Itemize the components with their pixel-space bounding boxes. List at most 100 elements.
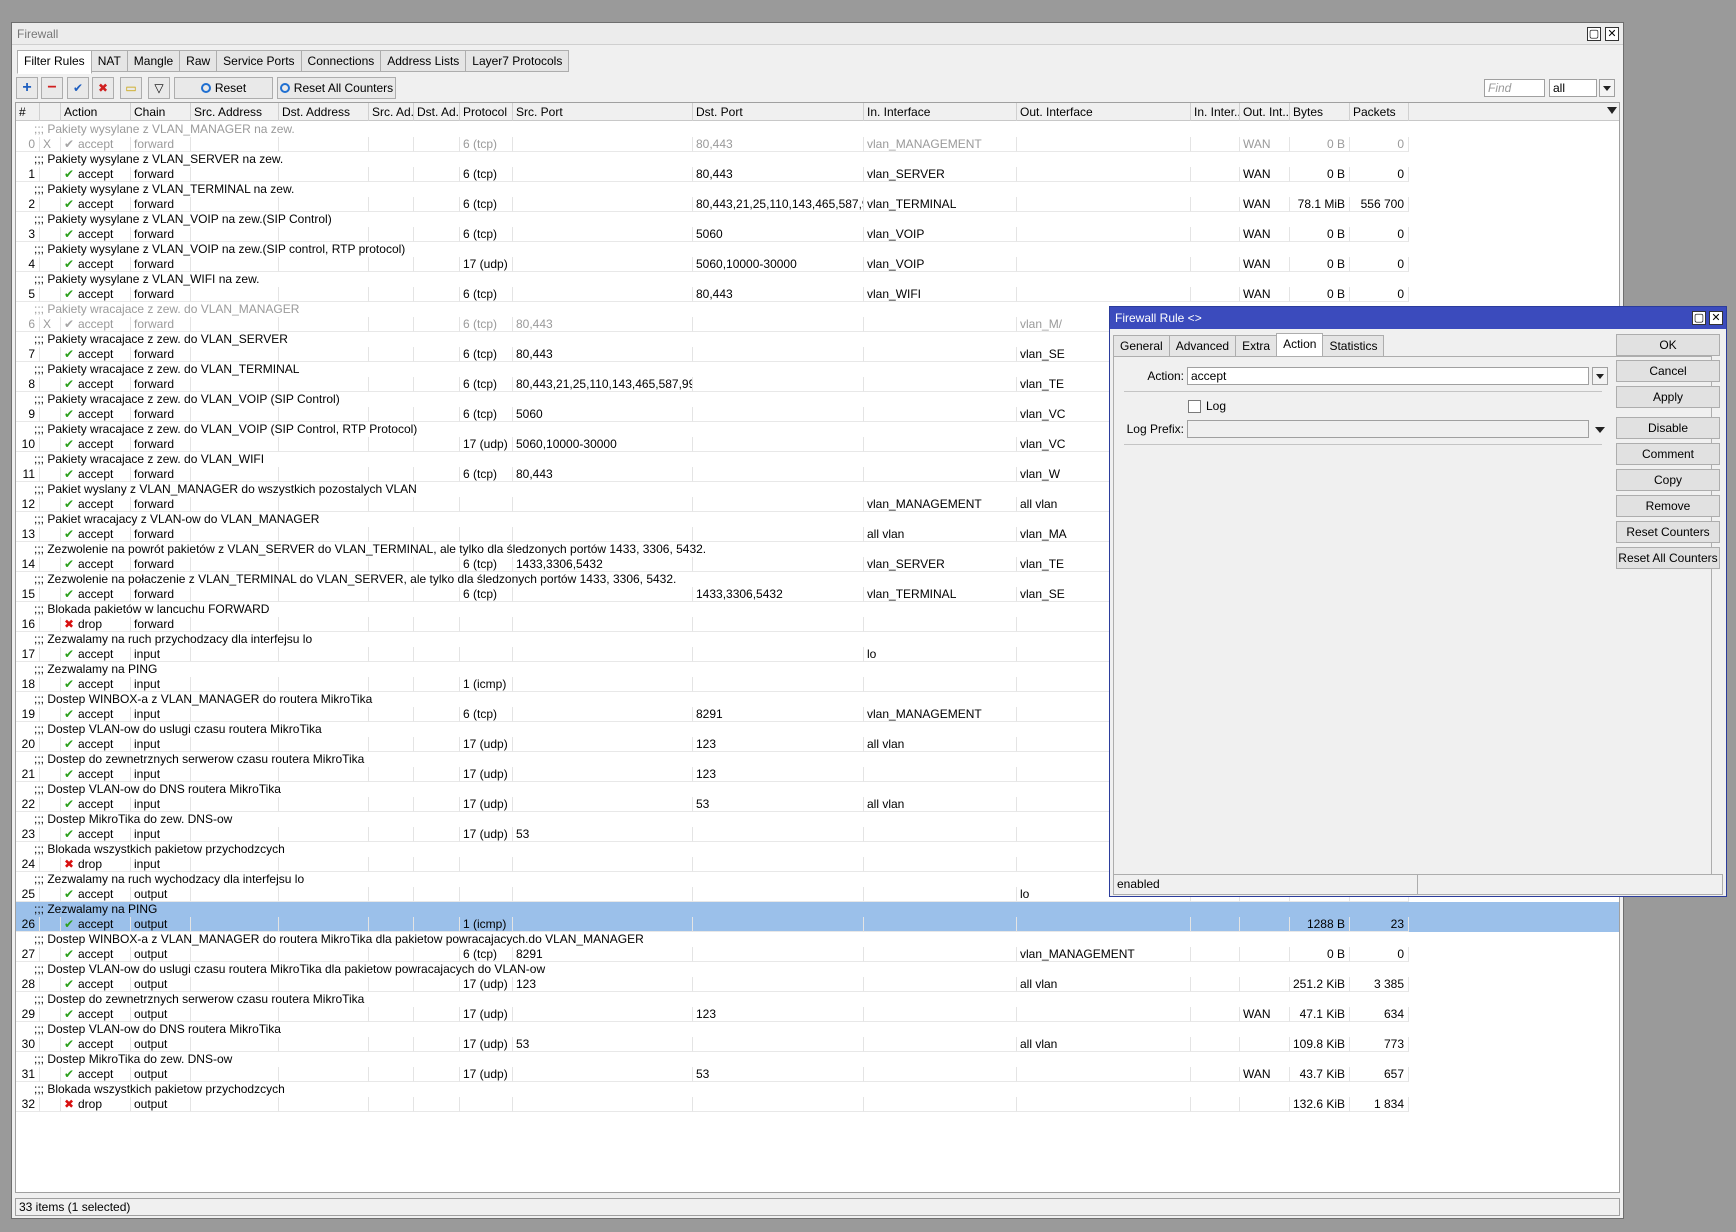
rule-comment[interactable]: ;;; Dostep do zewnetrznych serwerow czas… bbox=[16, 992, 1619, 1007]
col-in-interface-list-header[interactable]: In. Inter... bbox=[1191, 103, 1240, 121]
col-chain-cell: forward bbox=[131, 377, 191, 392]
table-row[interactable]: 31 ✔ accept output 17 (udp) 53 WAN 43.7 KiB 657 bbox=[16, 1067, 1619, 1082]
table-row[interactable]: 29 ✔ accept output 17 (udp) 123 WAN 47.1 KiB 634 bbox=[16, 1007, 1619, 1022]
tab-general[interactable]: General bbox=[1113, 335, 1170, 357]
col-src-address-header[interactable]: Src. Address bbox=[191, 103, 279, 121]
rule-comment[interactable]: ;;; Pakiety wysylane z VLAN_TERMINAL na … bbox=[16, 182, 1619, 197]
disable-icon[interactable]: ✖ bbox=[92, 77, 114, 99]
action-text: accept bbox=[78, 887, 114, 901]
tab-connections[interactable]: Connections bbox=[300, 50, 382, 72]
col-num-cell: 15 bbox=[16, 587, 40, 602]
col-src-port-header[interactable]: Src. Port bbox=[513, 103, 693, 121]
window-title: Firewall bbox=[17, 27, 59, 41]
disable-button[interactable]: Disable bbox=[1616, 417, 1720, 439]
apply-button[interactable]: Apply bbox=[1616, 386, 1720, 408]
col-dst-address-header[interactable]: Dst. Address bbox=[279, 103, 369, 121]
copy-button[interactable]: Copy bbox=[1616, 469, 1720, 491]
table-row[interactable]: 27 ✔ accept output 6 (tcp) 8291 vlan_MANAGEMEN… bbox=[16, 947, 1619, 962]
col-dst-address-list-header[interactable]: Dst. Ad... bbox=[414, 103, 460, 121]
col-packets-header[interactable]: Packets bbox=[1350, 103, 1409, 121]
table-row[interactable]: 26 ✔ accept output 1 (icmp) 1288 B 23 bbox=[16, 917, 1619, 932]
tab-address-lists[interactable]: Address Lists bbox=[380, 50, 467, 72]
comment-icon[interactable]: ▭ bbox=[120, 77, 142, 99]
enable-icon[interactable]: ✔ bbox=[67, 77, 89, 99]
tab-service-ports[interactable]: Service Ports bbox=[216, 50, 302, 72]
col-dst-address-list-cell bbox=[414, 257, 460, 272]
table-row[interactable]: 30 ✔ accept output 17 (udp) 53 all vlan 109.8 K… bbox=[16, 1037, 1619, 1052]
rule-comment[interactable]: ;;; Pakiety wysylane z VLAN_VOIP na zew.… bbox=[16, 212, 1619, 227]
reset-counters-button[interactable]: Reset Counters bbox=[174, 77, 273, 115]
col-in-interface-cell bbox=[864, 1037, 1017, 1052]
reset-counters-dialog-button[interactable]: Reset Counters bbox=[1616, 521, 1720, 543]
dialog-restore-button[interactable]: ▢ bbox=[1692, 311, 1706, 325]
col-flags-cell bbox=[40, 407, 61, 422]
column-menu-icon[interactable] bbox=[1607, 107, 1617, 114]
add-icon[interactable]: + bbox=[16, 77, 38, 99]
table-row[interactable]: 5 ✔ accept forward 6 (tcp) 80,443 vlan_WIFI WAN… bbox=[16, 287, 1619, 302]
rule-comment[interactable]: ;;; Dostep MikroTika do zew. DNS-ow bbox=[16, 1052, 1619, 1067]
tab-mangle[interactable]: Mangle bbox=[126, 50, 181, 72]
ok-button[interactable]: OK bbox=[1616, 334, 1720, 356]
table-row[interactable]: 4 ✔ accept forward 17 (udp) 5060,10000-30000 v… bbox=[16, 257, 1619, 272]
rule-comment[interactable]: ;;; Dostep VLAN-ow do uslugi czasu route… bbox=[16, 962, 1619, 977]
find-input[interactable]: Find bbox=[1484, 79, 1545, 97]
col-dst-port-header[interactable]: Dst. Port bbox=[693, 103, 864, 121]
filter-dropdown-button[interactable] bbox=[1599, 79, 1615, 97]
tab-filter-rules[interactable]: Filter Rules bbox=[17, 50, 92, 74]
col-dst-address-list-cell bbox=[414, 287, 460, 302]
action-dropdown-button[interactable] bbox=[1592, 367, 1608, 385]
table-row[interactable]: 1 ✔ accept forward 6 (tcp) 80,443 vlan_SERVER W… bbox=[16, 167, 1619, 182]
remove-icon[interactable]: − bbox=[41, 77, 63, 99]
action-text: accept bbox=[78, 587, 114, 601]
close-button[interactable]: ✕ bbox=[1605, 27, 1619, 41]
col-protocol-header[interactable]: Protocol bbox=[460, 103, 513, 121]
col-in-interface-header[interactable]: In. Interface bbox=[864, 103, 1017, 121]
col-chain-header[interactable]: Chain bbox=[131, 103, 191, 121]
rule-comment[interactable]: ;;; Pakiety wysylane z VLAN_SERVER na ze… bbox=[16, 152, 1619, 167]
col-bytes-header[interactable]: Bytes bbox=[1290, 103, 1350, 121]
reset-all-counters-dialog-button[interactable]: Reset All Counters bbox=[1616, 547, 1720, 569]
table-row[interactable]: 3 ✔ accept forward 6 (tcp) 5060 vlan_VOIP WAN 0 … bbox=[16, 227, 1619, 242]
tab-nat[interactable]: NAT bbox=[90, 50, 128, 72]
log-checkbox[interactable] bbox=[1188, 400, 1201, 413]
table-row[interactable]: 28 ✔ accept output 17 (udp) 123 all vlan 251.2 … bbox=[16, 977, 1619, 992]
remove-button[interactable]: Remove bbox=[1616, 495, 1720, 517]
rule-comment[interactable]: ;;; Pakiety wysylane z VLAN_VOIP na zew.… bbox=[16, 242, 1619, 257]
table-row[interactable]: 0 X ✔ accept forward 6 (tcp) 80,443 vlan_MANAGE… bbox=[16, 137, 1619, 152]
cancel-button[interactable]: Cancel bbox=[1616, 360, 1720, 382]
col-out-interface-list-header[interactable]: Out. Int... bbox=[1240, 103, 1290, 121]
col-in-interface-list-cell bbox=[1191, 227, 1240, 242]
tab-advanced[interactable]: Advanced bbox=[1168, 335, 1237, 357]
col-protocol-cell: 6 (tcp) bbox=[460, 407, 513, 422]
rule-comment[interactable]: ;;; Zezwalamy na PING bbox=[16, 902, 1619, 917]
rule-comment[interactable]: ;;; Pakiety wysylane z VLAN_WIFI na zew. bbox=[16, 272, 1619, 287]
action-select[interactable]: accept bbox=[1187, 367, 1589, 385]
col-flags-header[interactable] bbox=[40, 103, 61, 121]
col-chain-cell: input bbox=[131, 767, 191, 782]
comment-button[interactable]: Comment bbox=[1616, 443, 1720, 465]
table-row[interactable]: 2 ✔ accept forward 6 (tcp) 80,443,21,25,110,1… bbox=[16, 197, 1619, 212]
col-num-header[interactable]: # bbox=[16, 103, 40, 121]
col-out-interface-header[interactable]: Out. Interface bbox=[1017, 103, 1191, 121]
tab-action[interactable]: Action bbox=[1276, 333, 1324, 357]
reset-all-counters-button[interactable]: Reset All Counters bbox=[277, 77, 396, 99]
rule-comment[interactable]: ;;; Pakiety wysylane z VLAN_MANAGER na z… bbox=[16, 122, 1619, 137]
table-row[interactable]: 32 ✖ drop output 132.6 KiB 1 834 bbox=[16, 1097, 1619, 1112]
col-action-header[interactable]: Action bbox=[61, 103, 131, 121]
log-prefix-dropdown-icon[interactable] bbox=[1595, 427, 1605, 433]
col-src-address-list-header[interactable]: Src. Ad... bbox=[369, 103, 414, 121]
col-src-address-list-cell bbox=[369, 917, 414, 932]
col-dst-address-list-cell bbox=[414, 617, 460, 632]
restore-button[interactable]: ▢ bbox=[1587, 27, 1601, 41]
tab-statistics[interactable]: Statistics bbox=[1322, 335, 1385, 357]
rule-comment[interactable]: ;;; Blokada wszystkich pakietow przychod… bbox=[16, 1082, 1619, 1097]
filter-icon[interactable]: ▽ bbox=[148, 77, 170, 99]
tab-layer7-protocols[interactable]: Layer7 Protocols bbox=[465, 50, 570, 72]
tab-extra[interactable]: Extra bbox=[1235, 335, 1278, 357]
filter-select[interactable]: all bbox=[1549, 79, 1597, 97]
log-prefix-input[interactable] bbox=[1187, 420, 1589, 438]
rule-comment[interactable]: ;;; Dostep VLAN-ow do DNS routera MikroT… bbox=[16, 1022, 1619, 1037]
dialog-close-button[interactable]: ✕ bbox=[1709, 311, 1723, 325]
rule-comment[interactable]: ;;; Dostep WINBOX-a z VLAN_MANAGER do ro… bbox=[16, 932, 1619, 947]
tab-raw[interactable]: Raw bbox=[179, 50, 218, 72]
